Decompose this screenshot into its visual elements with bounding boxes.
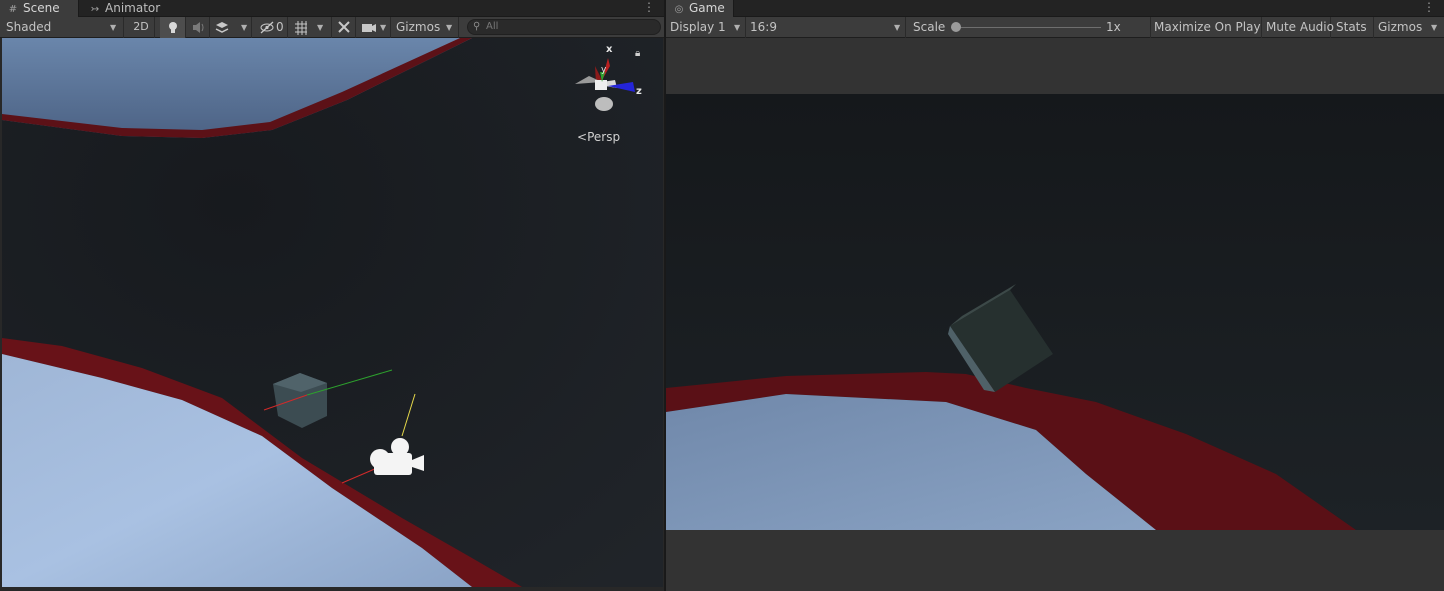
gamepad-icon: ◎: [674, 4, 684, 15]
mute-audio-label: Mute Audio: [1266, 20, 1334, 34]
lightbulb-icon: [169, 22, 177, 33]
scene-viewport[interactable]: x y z 🔒︎ <Persp: [2, 38, 663, 587]
axis-x-label: x: [606, 44, 613, 55]
scale-slider-track[interactable]: [951, 27, 1101, 28]
stats-label: Stats: [1336, 20, 1367, 34]
orientation-gizmo[interactable]: x y z 🔒︎ <Persp: [553, 38, 663, 158]
chevron-down-icon: ▼: [241, 23, 248, 32]
tab-game-label: Game: [689, 1, 725, 15]
scene-toolbar: Shaded ▼ 2D ▼ 0 ▼ ▼ Gizmos ▼ ⚲ All: [0, 17, 664, 38]
axis-z-label: z: [636, 86, 642, 97]
toggle-2d-button[interactable]: 2D: [128, 17, 155, 38]
audio-toggle[interactable]: [186, 17, 210, 38]
chevron-down-icon: ▼: [1431, 23, 1438, 32]
scene-search-placeholder: All: [486, 21, 499, 32]
tab-scene-label: Scene: [23, 1, 60, 15]
layers-icon: [215, 22, 229, 33]
game-toolbar: Display 1 ▼ 16:9 ▼ Scale 1x Maximize On …: [666, 17, 1444, 38]
search-icon: ⚲: [473, 21, 481, 32]
tab-animator-label: Animator: [105, 1, 161, 15]
chevron-down-icon: ▼: [317, 23, 324, 32]
scale-slider[interactable]: Scale 1x: [907, 17, 1151, 38]
scale-value: 1x: [1106, 20, 1121, 34]
scale-label: Scale: [913, 20, 946, 34]
tab-animator[interactable]: ↣ Animator: [82, 0, 172, 17]
stats-toggle[interactable]: Stats: [1331, 17, 1374, 38]
aspect-label: 16:9: [750, 20, 777, 34]
hidden-objects-toggle[interactable]: 0: [256, 17, 288, 38]
scene-tabbar: # Scene ↣ Animator ⋮: [0, 0, 664, 17]
chevron-down-icon: ▼: [734, 23, 741, 32]
axis-y-label: y: [601, 65, 607, 75]
draw-mode-label: Shaded: [6, 20, 52, 34]
tab-game[interactable]: ◎ Game: [666, 0, 734, 17]
lock-icon[interactable]: 🔒︎: [635, 48, 640, 59]
scale-slider-knob[interactable]: [951, 22, 961, 32]
maximize-on-play-toggle[interactable]: Maximize On Play: [1151, 17, 1262, 38]
letterbox-bottom: [666, 530, 1444, 591]
grid-snap-icon: [295, 21, 307, 35]
hidden-count: 0: [276, 20, 284, 34]
scene-menu-icon[interactable]: ⋮: [643, 0, 655, 17]
game-menu-icon[interactable]: ⋮: [1423, 0, 1435, 17]
display-dropdown[interactable]: Display 1 ▼: [666, 17, 746, 38]
projection-label: Persp: [587, 130, 621, 144]
camera-dropdown[interactable]: ▼: [358, 17, 391, 38]
draw-mode-dropdown[interactable]: Shaded ▼: [0, 17, 124, 38]
game-tabbar: ◎ Game ⋮: [666, 0, 1444, 17]
chevron-down-icon: ▼: [446, 23, 453, 32]
animator-icon: ↣: [90, 4, 100, 15]
projection-toggle[interactable]: <Persp: [577, 130, 620, 144]
toggle-2d-label: 2D: [133, 20, 149, 33]
mute-audio-toggle[interactable]: Mute Audio: [1263, 17, 1334, 38]
game-view-area[interactable]: [666, 38, 1444, 591]
chevron-down-icon: ▼: [380, 23, 387, 32]
game-gizmos-label: Gizmos: [1378, 20, 1423, 34]
effects-dropdown[interactable]: ▼: [210, 17, 252, 38]
scene-gizmos-label: Gizmos: [396, 20, 441, 34]
lighting-toggle[interactable]: [160, 17, 186, 38]
camera-icon: [362, 24, 376, 32]
tab-scene[interactable]: # Scene: [0, 0, 79, 17]
grid-dropdown[interactable]: ▼: [290, 17, 332, 38]
maximize-on-play-label: Maximize On Play: [1154, 20, 1261, 34]
speaker-icon: [193, 22, 204, 33]
tools-icon: [338, 21, 350, 33]
game-gizmos-dropdown[interactable]: Gizmos ▼: [1375, 17, 1441, 38]
eye-slash-icon: [260, 21, 274, 34]
scene-panel: # Scene ↣ Animator ⋮ Shaded ▼ 2D ▼ 0 ▼ ▼…: [0, 0, 665, 591]
chevron-down-icon: ▼: [894, 23, 901, 32]
chevron-down-icon: ▼: [110, 23, 117, 32]
game-viewport[interactable]: [666, 94, 1444, 530]
aspect-dropdown[interactable]: 16:9 ▼: [746, 17, 906, 38]
scene-search-input[interactable]: ⚲ All: [467, 19, 661, 35]
perspective-icon: <: [577, 130, 588, 144]
tools-toggle[interactable]: [334, 17, 356, 38]
grid-icon: #: [8, 4, 18, 15]
letterbox-top: [666, 38, 1444, 94]
game-panel: ◎ Game ⋮ Display 1 ▼ 16:9 ▼ Scale 1x Maxi…: [666, 0, 1444, 591]
display-label: Display 1: [670, 20, 726, 34]
scene-gizmos-dropdown[interactable]: Gizmos ▼: [393, 17, 459, 38]
